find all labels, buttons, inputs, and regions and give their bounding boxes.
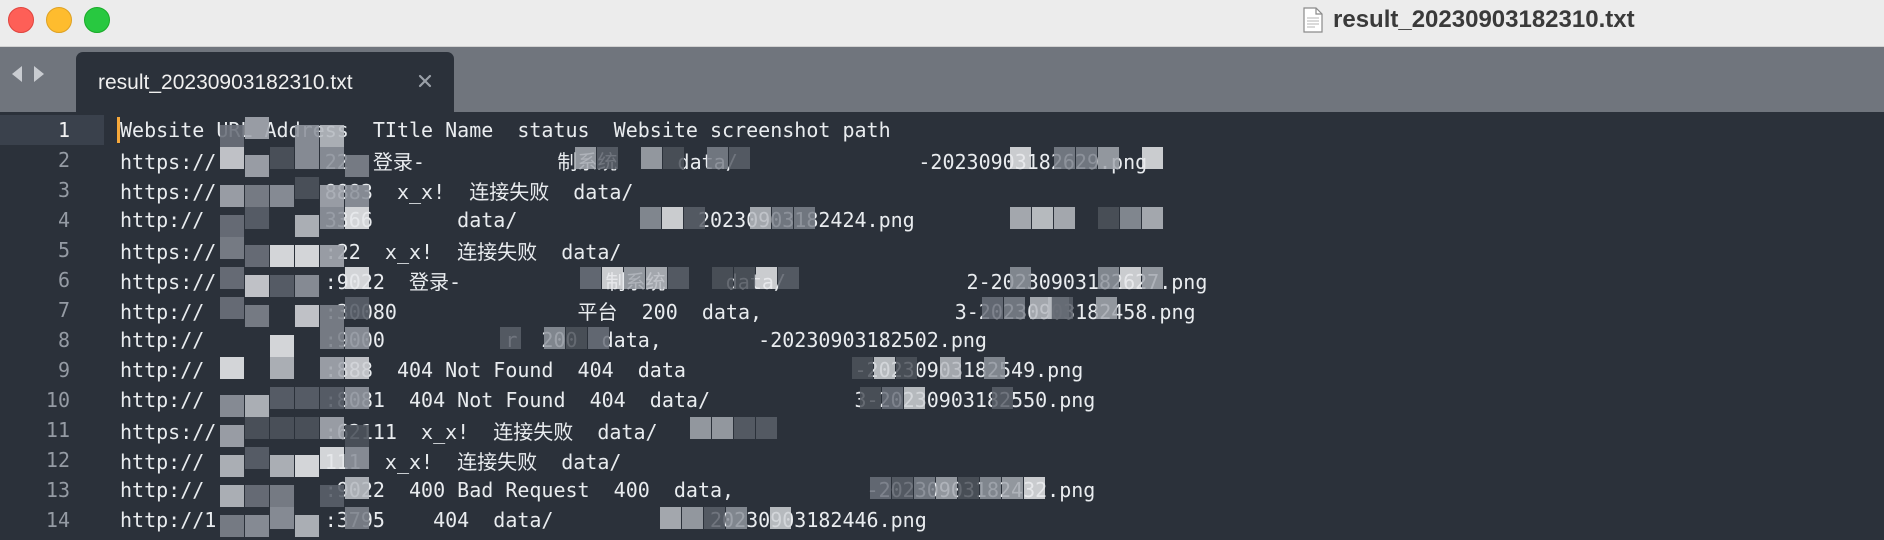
line-number: 10 <box>45 388 70 412</box>
title-bar: result_20230903182310.txt <box>0 0 1884 47</box>
line-text: https:// 8883 x_x! 连接失败 data/ <box>120 179 634 204</box>
line-number: 12 <box>45 448 70 472</box>
window-title: result_20230903182310.txt <box>1303 6 1635 34</box>
line-text: https:// :62111 x_x! 连接失败 data/ <box>120 419 658 444</box>
line-number: 14 <box>45 508 70 532</box>
editor-line[interactable]: 7 http:// :30080 平台 200 data, 3-202309031… <box>0 295 1884 325</box>
line-number: 8 <box>57 328 70 352</box>
editor-line[interactable]: 10 http:// :8081 404 Not Found 404 data/ … <box>0 385 1884 415</box>
editor-line[interactable]: 1 Website URL Address TItle Name status W… <box>0 115 1884 145</box>
line-text: http:// 3366 data/ 20230903182424.png <box>120 208 915 232</box>
line-text: http:// :9022 400 Bad Request 400 data, … <box>120 478 1096 502</box>
line-text: http://1 :3795 404 data/ 20230903182446.… <box>120 508 927 532</box>
editor-line[interactable]: 12 http:// 111 x_x! 连接失败 data/ <box>0 445 1884 475</box>
line-number: 11 <box>45 418 70 442</box>
zoom-window-button[interactable] <box>84 7 110 33</box>
editor-line[interactable]: 6 https:// :9022 登录- 制系统 data/ 2-20230903… <box>0 265 1884 295</box>
editor-line[interactable]: 8 http:// :9000 r 200 data, -202309031825… <box>0 325 1884 355</box>
window-title-text: result_20230903182310.txt <box>1333 6 1635 33</box>
line-number: 5 <box>57 238 70 262</box>
line-number: 13 <box>45 478 70 502</box>
document-icon <box>1303 7 1323 33</box>
line-text: Website URL Address TItle Name status We… <box>120 118 891 142</box>
line-text: http:// :8081 404 Not Found 404 data/ 3-… <box>120 388 1096 412</box>
line-text: http:// :9000 r 200 data, -2023090318250… <box>120 328 987 352</box>
line-number: 1 <box>0 115 104 145</box>
line-number: 4 <box>57 208 70 232</box>
line-text: https:// :22 x_x! 连接失败 data/ <box>120 239 622 264</box>
line-text: http:// :888 404 Not Found 404 data -202… <box>120 358 1084 382</box>
editor-line[interactable]: 9 http:// :888 404 Not Found 404 data -20… <box>0 355 1884 385</box>
tab-navigation <box>10 65 46 83</box>
tab-bar: result_20230903182310.txt <box>0 47 1884 112</box>
tab-label: result_20230903182310.txt <box>98 71 353 94</box>
editor-line[interactable]: 3 https:// 8883 x_x! 连接失败 data/ <box>0 175 1884 205</box>
line-text: https:// 22 登录- 制系统 data/ -2023090318262… <box>120 149 1148 174</box>
line-text: http:// 111 x_x! 连接失败 data/ <box>120 449 622 474</box>
line-text: https:// :9022 登录- 制系统 data/ 2-202309031… <box>120 269 1208 294</box>
line-number: 9 <box>57 358 70 382</box>
line-number: 3 <box>57 178 70 202</box>
line-number: 6 <box>57 268 70 292</box>
close-icon[interactable] <box>416 72 434 90</box>
editor-line[interactable]: 11 https:// :62111 x_x! 连接失败 data/ <box>0 415 1884 445</box>
close-window-button[interactable] <box>8 7 34 33</box>
editor-line[interactable]: 4 http:// 3366 data/ 20230903182424.png <box>0 205 1884 235</box>
minimize-window-button[interactable] <box>46 7 72 33</box>
editor-line[interactable]: 2 https:// 22 登录- 制系统 data/ -202309031826… <box>0 145 1884 175</box>
chevron-right-icon[interactable] <box>32 65 46 83</box>
tab-result-file[interactable]: result_20230903182310.txt <box>76 52 454 112</box>
editor-line[interactable]: 5 https:// :22 x_x! 连接失败 data/ <box>0 235 1884 265</box>
editor-line[interactable]: 13 http:// :9022 400 Bad Request 400 data… <box>0 475 1884 505</box>
text-caret <box>117 117 120 143</box>
chevron-left-icon[interactable] <box>10 65 24 83</box>
editor-line[interactable]: 14 http://1 :3795 404 data/ 2023090318244… <box>0 505 1884 535</box>
text-editor[interactable]: 1 Website URL Address TItle Name status W… <box>0 112 1884 540</box>
line-text: http:// :30080 平台 200 data, 3-2023090318… <box>120 299 1196 324</box>
line-number: 2 <box>57 148 70 172</box>
line-number: 7 <box>57 298 70 322</box>
